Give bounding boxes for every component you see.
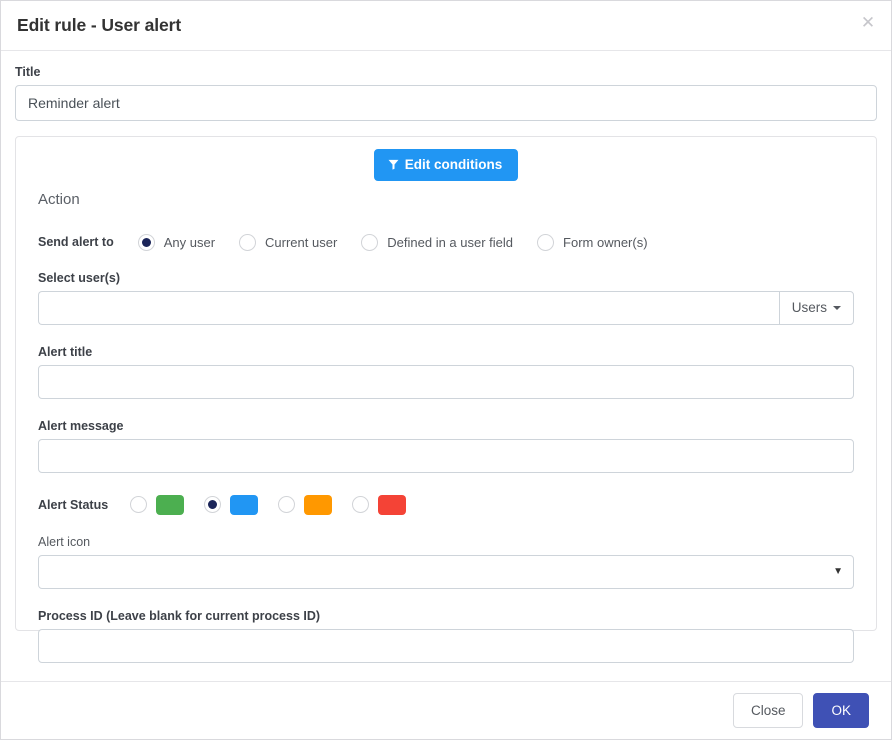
status-swatch-red[interactable]	[378, 494, 407, 515]
users-dropdown-label: Users	[791, 300, 827, 315]
ok-button[interactable]: OK	[813, 692, 869, 729]
status-radio-orange[interactable]	[278, 496, 296, 513]
select-users-block: Select user(s) Users	[38, 271, 862, 325]
alert-status-row: Alert Status	[38, 494, 862, 515]
status-swatch-orange[interactable]	[304, 494, 333, 515]
alert-icon-block: Alert icon ▼	[38, 535, 862, 589]
status-radio-red[interactable]	[352, 496, 370, 513]
chevron-down-icon	[833, 305, 841, 310]
alert-message-block: Alert message	[38, 419, 862, 473]
status-option-blue[interactable]	[204, 494, 259, 515]
edit-conditions-label: Edit conditions	[404, 157, 503, 172]
edit-rule-dialog: Edit rule - User alert ✕ Title Edit cond…	[0, 0, 892, 740]
filter-funnel-icon	[388, 159, 399, 170]
title-field-label: Title	[15, 65, 41, 79]
radio-form-owners-label: Form owner(s)	[563, 234, 648, 250]
alert-icon-select-wrap: ▼	[38, 554, 854, 589]
close-icon[interactable]: ✕	[855, 9, 881, 35]
radio-defined-in-user-field[interactable]: Defined in a user field	[361, 233, 514, 251]
send-alert-to-label: Send alert to	[38, 235, 114, 249]
select-users-input-group: Users	[38, 290, 854, 325]
alert-title-input[interactable]	[38, 364, 854, 399]
status-swatch-blue[interactable]	[230, 494, 259, 515]
process-id-label: Process ID (Leave blank for current proc…	[38, 608, 321, 623]
process-id-block: Process ID (Leave blank for current proc…	[38, 609, 862, 663]
close-button[interactable]: Close	[732, 692, 804, 729]
alert-message-label: Alert message	[38, 418, 124, 433]
radio-current-user[interactable]: Current user	[239, 233, 338, 251]
alert-message-input[interactable]	[38, 438, 854, 473]
status-radio-blue[interactable]	[204, 496, 222, 513]
radio-any-user-control[interactable]	[137, 233, 155, 251]
dialog-body: Title Edit conditions Action Send alert …	[1, 51, 891, 681]
radio-any-user-label: Any user	[163, 234, 216, 250]
status-option-green[interactable]	[130, 494, 185, 515]
select-users-input[interactable]	[38, 290, 779, 325]
radio-defined-in-user-field-control[interactable]	[361, 233, 379, 251]
alert-status-label: Alert Status	[38, 497, 109, 512]
select-users-label: Select user(s)	[38, 270, 120, 285]
radio-any-user[interactable]: Any user	[137, 233, 216, 251]
radio-defined-in-user-field-label: Defined in a user field	[387, 234, 514, 250]
alert-icon-label: Alert icon	[38, 534, 91, 549]
radio-current-user-control[interactable]	[239, 233, 257, 251]
status-option-orange[interactable]	[278, 494, 333, 515]
radio-form-owners-control[interactable]	[537, 233, 555, 251]
alert-title-label: Alert title	[38, 344, 93, 359]
dialog-footer: Close OK	[1, 681, 891, 739]
status-swatch-green[interactable]	[156, 494, 185, 515]
radio-current-user-label: Current user	[265, 234, 338, 250]
send-alert-to-row: Send alert to Any user Current user Defi…	[38, 233, 862, 251]
users-dropdown-button[interactable]: Users	[778, 290, 854, 325]
edit-conditions-container: Edit conditions	[30, 149, 862, 181]
dialog-header: Edit rule - User alert ✕	[1, 1, 891, 51]
action-panel: Edit conditions Action Send alert to Any…	[15, 136, 877, 663]
process-id-input[interactable]	[38, 628, 854, 663]
edit-conditions-button[interactable]: Edit conditions	[373, 149, 519, 181]
radio-form-owners[interactable]: Form owner(s)	[537, 233, 648, 251]
action-heading: Action	[38, 190, 80, 208]
status-option-red[interactable]	[352, 494, 407, 515]
alert-title-block: Alert title	[38, 345, 862, 399]
title-input[interactable]	[15, 85, 877, 121]
alert-icon-select[interactable]	[38, 554, 854, 589]
status-radio-green[interactable]	[130, 496, 148, 513]
dialog-title: Edit rule - User alert	[17, 15, 182, 35]
